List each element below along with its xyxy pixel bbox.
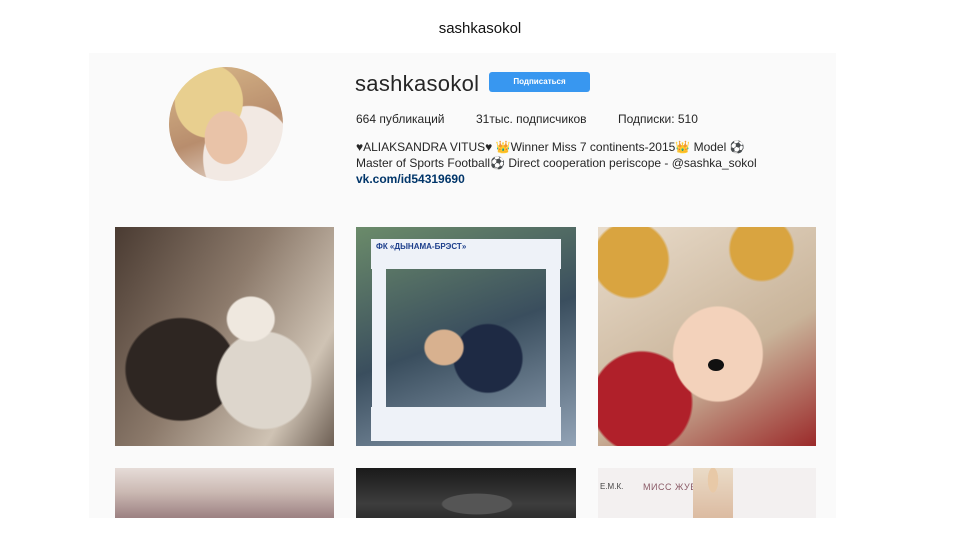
profile-bio: ♥ALIAKSANDRA VITUS♥ 👑Winner Miss 7 conti… [356,139,816,187]
post-thumbnail-4[interactable] [115,468,334,518]
bio-link[interactable]: vk.com/id54319690 [356,171,816,187]
photo-frame [372,269,560,407]
bio-line-1: ♥ALIAKSANDRA VITUS♥ 👑Winner Miss 7 conti… [356,140,745,154]
post-thumbnail-1[interactable] [115,227,334,446]
following-count[interactable]: Подписки: 510 [618,112,698,126]
post-thumbnail-6[interactable]: Е.М.К. МИСС ЖУЕ [598,468,816,518]
person-figure [693,468,733,518]
banner-text: МИСС ЖУЕ [643,482,697,492]
posts-count: 664 публикаций [356,112,445,126]
instagram-profile-screenshot: sashkasokol Подписаться 664 публикаций 3… [89,53,836,518]
bio-line-2: Master of Sports Football⚽ Direct cooper… [356,156,757,170]
filter-nose-icon [708,359,724,371]
post-thumbnail-3[interactable] [598,227,816,446]
post-thumbnail-2[interactable]: ФК «ДЫНАМА-БРЭСТ» [356,227,576,446]
profile-avatar[interactable] [169,67,283,181]
profile-username: sashkasokol [355,71,480,96]
photo-frame-caption: ФК «ДЫНАМА-БРЭСТ» [376,242,467,251]
slide-title: sashkasokol [438,20,522,37]
post-thumbnail-5[interactable] [356,468,576,518]
banner-side-text: Е.М.К. [600,482,624,491]
follow-button[interactable]: Подписаться [489,72,590,92]
followers-count[interactable]: 31тыс. подписчиков [476,112,587,126]
